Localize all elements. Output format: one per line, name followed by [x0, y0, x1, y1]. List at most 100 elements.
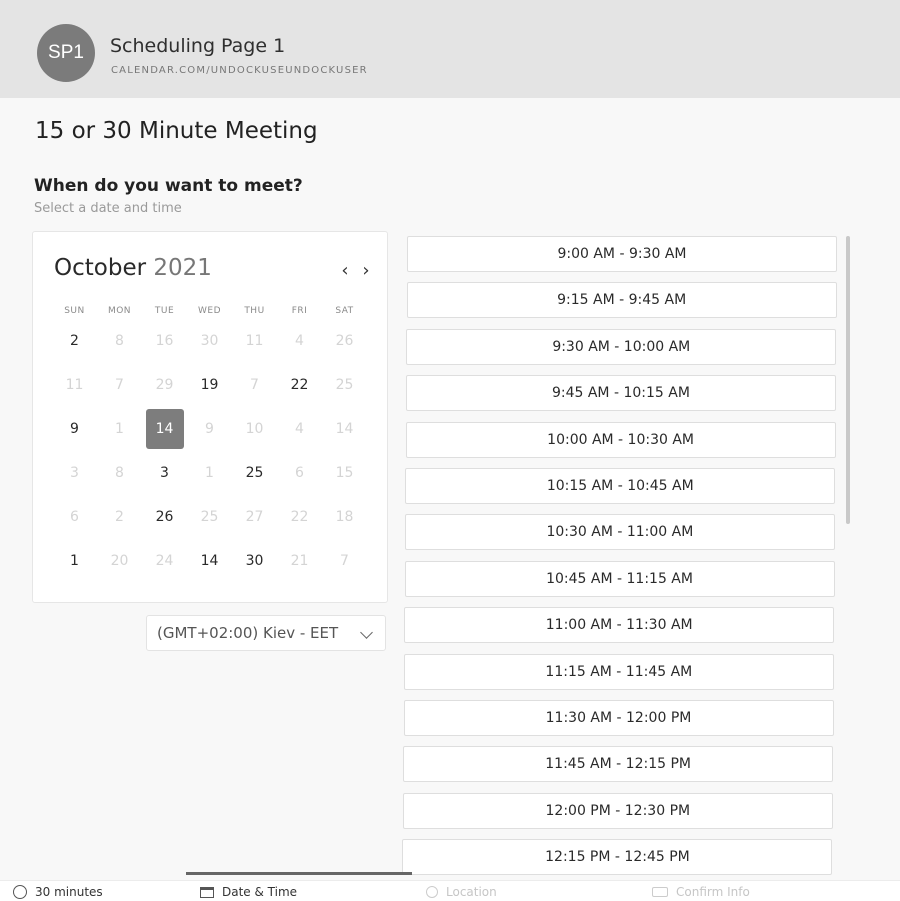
- calendar-day: 11: [52, 363, 97, 407]
- calendar-day[interactable]: 19: [187, 363, 232, 407]
- calendar-day: 20: [97, 539, 142, 583]
- calendar-year: 2021: [153, 255, 212, 281]
- calendar-day-number: 22: [290, 377, 309, 393]
- calendar-day: 22: [277, 495, 322, 539]
- calendar-day-number: 2: [70, 333, 79, 349]
- scheduling-page-url[interactable]: CALENDAR.COM/UNDOCKUSEUNDOCKUSER: [111, 65, 368, 76]
- weekday-label: FRI: [291, 305, 308, 316]
- calendar-day-number: 25: [245, 465, 264, 481]
- calendar-day: 27: [232, 495, 277, 539]
- calendar-day-number: 8: [115, 465, 124, 481]
- header: SP1 Scheduling Page 1 CALENDAR.COM/UNDOC…: [0, 0, 900, 98]
- calendar-day[interactable]: 26: [142, 495, 187, 539]
- time-slot-button[interactable]: 9:45 AM - 10:15 AM: [405, 375, 836, 412]
- calendar-day: 8: [97, 319, 142, 363]
- calendar-day-number: 18: [335, 509, 354, 525]
- calendar-day: 2: [97, 495, 142, 539]
- calendar-day: 10: [232, 407, 277, 451]
- calendar-day-number: 7: [250, 377, 259, 393]
- calendar-day[interactable]: 1: [52, 539, 97, 583]
- calendar-day[interactable]: 22: [277, 363, 322, 407]
- step-location: Location: [426, 885, 497, 899]
- time-slot-button[interactable]: 12:15 PM - 12:45 PM: [402, 839, 833, 876]
- time-slot-button[interactable]: 9:00 AM - 9:30 AM: [407, 236, 837, 272]
- calendar-day-number: 9: [70, 421, 79, 437]
- time-slot-button[interactable]: 12:00 PM - 12:30 PM: [402, 792, 833, 829]
- time-slot-button[interactable]: 11:15 AM - 11:45 AM: [403, 653, 834, 690]
- time-slot-button[interactable]: 10:00 AM - 10:30 AM: [405, 421, 836, 458]
- calendar-day: 29: [142, 363, 187, 407]
- weekday-label: SUN: [64, 305, 85, 316]
- calendar-day: 15: [322, 451, 367, 495]
- calendar-day: 8: [97, 451, 142, 495]
- time-slot-button[interactable]: 11:00 AM - 11:30 AM: [404, 607, 835, 644]
- calendar-day[interactable]: 3: [142, 451, 187, 495]
- calendar-day-number: 19: [200, 377, 219, 393]
- time-slot-button[interactable]: 11:30 AM - 12:00 PM: [403, 700, 834, 736]
- weekday-label: SAT: [335, 305, 354, 316]
- calendar-day: 18: [322, 495, 367, 539]
- calendar-day-number: 2: [115, 509, 124, 525]
- info-card-icon: [652, 887, 668, 897]
- meeting-title: 15 or 30 Minute Meeting: [35, 118, 318, 144]
- chevron-left-icon[interactable]: ‹: [338, 260, 352, 281]
- calendar-day[interactable]: 30: [232, 539, 277, 583]
- calendar-day: 16: [142, 319, 187, 363]
- time-slot-button[interactable]: 10:30 AM - 11:00 AM: [404, 514, 835, 551]
- scheduling-page-name: Scheduling Page 1: [110, 35, 286, 57]
- calendar-day-number: 22: [290, 509, 309, 525]
- clock-icon: [13, 885, 27, 899]
- calendar-day-number: 25: [200, 509, 219, 525]
- calendar-day-number: 6: [70, 509, 79, 525]
- time-slot-button[interactable]: 11:45 AM - 12:15 PM: [403, 746, 834, 783]
- calendar-day: 4: [277, 407, 322, 451]
- calendar-day-number: 3: [160, 465, 169, 481]
- step-label: Confirm Info: [676, 885, 750, 899]
- section-heading: When do you want to meet?: [34, 176, 303, 196]
- booking-steps-nav: 30 minutes Date & Time Location Confirm …: [0, 880, 900, 901]
- calendar-day: 6: [52, 495, 97, 539]
- calendar-day-number: 6: [295, 465, 304, 481]
- weekday-label: WED: [197, 305, 221, 316]
- time-slot-button[interactable]: 9:30 AM - 10:00 AM: [406, 328, 837, 365]
- step-duration[interactable]: 30 minutes: [13, 885, 103, 899]
- calendar-day: 6: [277, 451, 322, 495]
- chevron-right-icon[interactable]: ›: [359, 260, 373, 281]
- timezone-label: (GMT+02:00) Kiev - EET: [157, 624, 339, 642]
- timezone-select[interactable]: (GMT+02:00) Kiev - EET: [146, 615, 386, 651]
- calendar-day-number: 1: [115, 421, 124, 437]
- calendar-day[interactable]: 25: [232, 451, 277, 495]
- calendar-day: 1: [97, 407, 142, 451]
- date-picker-calendar: October 2021 ‹ › SUN MON TUE WED THU FRI SAT 2 8…: [32, 231, 388, 603]
- calendar-day[interactable]: 2: [52, 319, 97, 363]
- section-subtitle: Select a date and time: [34, 201, 182, 216]
- calendar-day-selected[interactable]: 14: [142, 407, 187, 451]
- time-slot-button[interactable]: 10:15 AM - 10:45 AM: [405, 468, 836, 504]
- time-slot-scrollbar[interactable]: [846, 236, 850, 524]
- calendar-day-number: 29: [155, 377, 174, 393]
- calendar-day[interactable]: 14: [187, 539, 232, 583]
- calendar-day-number: 7: [340, 553, 349, 569]
- calendar-day[interactable]: 9: [52, 407, 97, 451]
- calendar-day: 7: [322, 539, 367, 583]
- step-date-time[interactable]: Date & Time: [200, 885, 297, 899]
- calendar-month: October: [54, 255, 147, 281]
- calendar-day-number: 20: [110, 553, 129, 569]
- step-label: 30 minutes: [35, 885, 103, 899]
- weekday-label: TUE: [154, 305, 175, 316]
- time-slot-button[interactable]: 10:45 AM - 11:15 AM: [404, 560, 835, 597]
- calendar-day-number: 9: [205, 421, 214, 437]
- weekday-label: THU: [244, 305, 265, 316]
- step-label: Location: [446, 885, 497, 899]
- calendar-day-number: 1: [70, 553, 79, 569]
- time-slot-list: 9:00 AM - 9:30 AM 9:15 AM - 9:45 AM 9:30 A…: [401, 236, 841, 876]
- calendar-day-number: 27: [245, 509, 264, 525]
- calendar-day: 1: [187, 451, 232, 495]
- time-slot-button[interactable]: 9:15 AM - 9:45 AM: [406, 282, 837, 319]
- calendar-day-number: 30: [200, 333, 219, 349]
- calendar-day: 4: [277, 319, 322, 363]
- calendar-day-number: 1: [205, 465, 214, 481]
- location-pin-icon: [426, 886, 438, 898]
- calendar-day-number: 11: [245, 333, 264, 349]
- calendar-day: 25: [322, 363, 367, 407]
